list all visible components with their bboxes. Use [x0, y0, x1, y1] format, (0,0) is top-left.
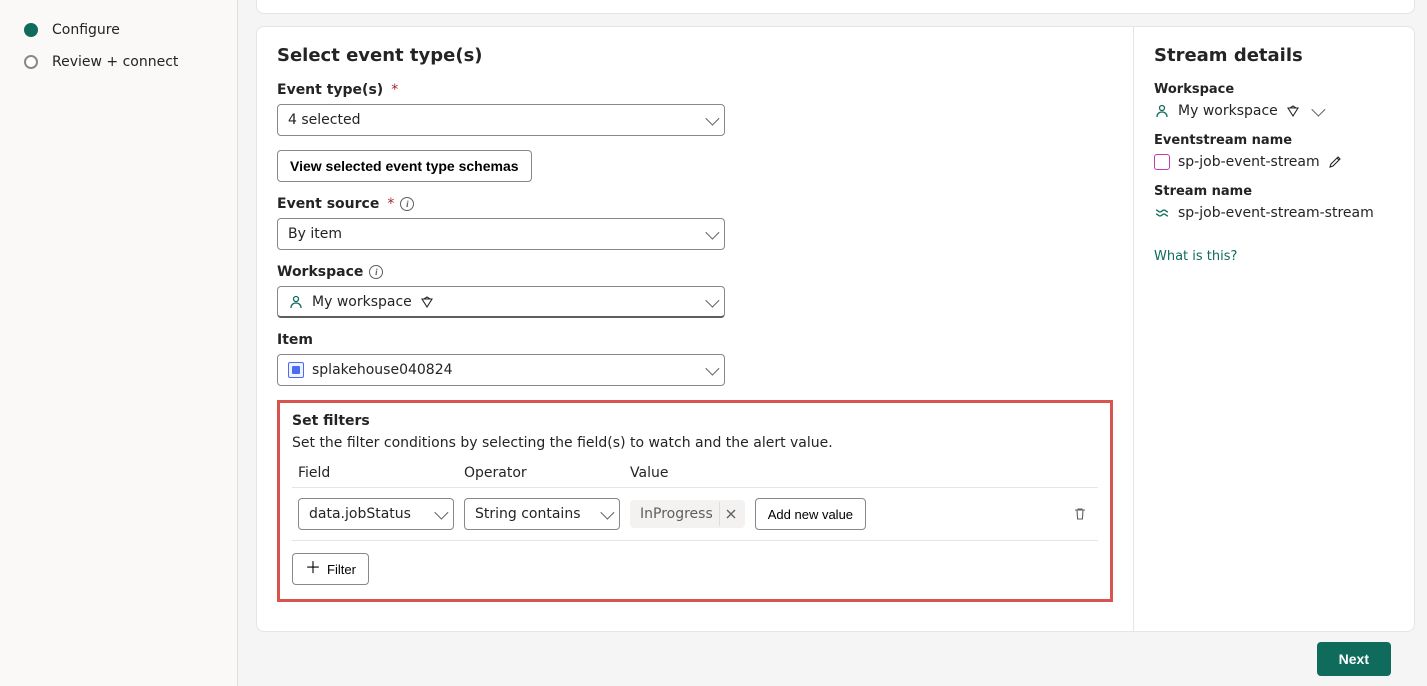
- filter-col-value-header: Value: [630, 465, 1098, 481]
- filter-field-dropdown[interactable]: data.jobStatus: [298, 498, 454, 530]
- filter-operator-value: String contains: [475, 506, 581, 522]
- delete-filter-button[interactable]: [1068, 502, 1092, 526]
- details-workspace-label: Workspace: [1154, 82, 1394, 97]
- remove-value-button[interactable]: [719, 502, 743, 526]
- chevron-down-icon: [705, 362, 719, 376]
- set-filters-title: Set filters: [292, 413, 1098, 429]
- previous-panel-edge: [256, 0, 1415, 14]
- item-label: Item: [277, 332, 1113, 348]
- details-eventstream-row: sp-job-event-stream: [1154, 154, 1394, 170]
- event-source-value: By item: [288, 226, 342, 242]
- section-title: Select event type(s): [277, 45, 1113, 66]
- details-eventstream-label: Eventstream name: [1154, 133, 1394, 148]
- chevron-down-icon: [600, 506, 614, 520]
- step-dot-icon: [24, 55, 38, 69]
- workspace-value: My workspace: [312, 294, 412, 310]
- what-is-this-link[interactable]: What is this?: [1154, 249, 1237, 264]
- workspace-dropdown[interactable]: My workspace: [277, 286, 725, 318]
- item-dropdown[interactable]: splakehouse040824: [277, 354, 725, 386]
- lakehouse-icon: [288, 362, 304, 378]
- item-value: splakehouse040824: [312, 362, 453, 378]
- diamond-icon: [1286, 104, 1300, 118]
- info-icon[interactable]: i: [369, 265, 383, 279]
- chevron-down-icon: [705, 226, 719, 240]
- stream-icon: [1154, 205, 1170, 221]
- person-icon: [1154, 103, 1170, 119]
- info-icon[interactable]: i: [400, 197, 414, 211]
- set-filters-description: Set the filter conditions by selecting t…: [292, 435, 1098, 451]
- eventstream-icon: [1154, 154, 1170, 170]
- view-schemas-button[interactable]: View selected event type schemas: [277, 150, 532, 182]
- person-icon: [288, 294, 304, 310]
- add-new-value-button[interactable]: Add new value: [755, 498, 866, 530]
- event-types-dropdown[interactable]: 4 selected: [277, 104, 725, 136]
- details-eventstream-value: sp-job-event-stream: [1178, 154, 1320, 170]
- edit-icon[interactable]: [1328, 155, 1342, 169]
- filter-operator-dropdown[interactable]: String contains: [464, 498, 620, 530]
- chevron-down-icon: [705, 293, 719, 307]
- step-review-connect[interactable]: Review + connect: [24, 46, 227, 78]
- event-types-value: 4 selected: [288, 112, 360, 128]
- stream-details-title: Stream details: [1154, 45, 1394, 66]
- chevron-down-icon: [705, 112, 719, 126]
- step-configure[interactable]: Configure: [24, 14, 227, 46]
- details-workspace-value: My workspace: [1178, 103, 1278, 119]
- workspace-label: Workspace i: [277, 264, 1113, 280]
- diamond-icon: [420, 295, 434, 309]
- details-streamname-label: Stream name: [1154, 184, 1394, 199]
- wizard-steps-sidebar: Configure Review + connect: [0, 0, 238, 686]
- filter-value-chip: InProgress: [630, 500, 745, 528]
- step-dot-active-icon: [24, 23, 38, 37]
- filter-field-value: data.jobStatus: [309, 506, 411, 522]
- chevron-down-icon: [1311, 103, 1325, 117]
- next-button[interactable]: Next: [1317, 642, 1391, 676]
- step-label: Review + connect: [52, 54, 178, 70]
- event-source-label: Event source* i: [277, 196, 1113, 212]
- set-filters-section: Set filters Set the filter conditions by…: [277, 400, 1113, 602]
- event-types-label: Event type(s)*: [277, 82, 1113, 98]
- filter-value-text: InProgress: [640, 506, 713, 522]
- step-label: Configure: [52, 22, 120, 38]
- event-source-dropdown[interactable]: By item: [277, 218, 725, 250]
- details-streamname-row: sp-job-event-stream-stream: [1154, 205, 1394, 221]
- filter-col-operator-header: Operator: [464, 465, 630, 481]
- details-workspace-row[interactable]: My workspace: [1154, 103, 1394, 119]
- add-filter-button[interactable]: ＋ Filter: [292, 553, 369, 585]
- filter-col-field-header: Field: [298, 465, 464, 481]
- filter-row: data.jobStatus String contains InProgres…: [292, 487, 1098, 541]
- chevron-down-icon: [434, 506, 448, 520]
- plus-icon: ＋: [305, 561, 321, 577]
- details-streamname-value: sp-job-event-stream-stream: [1178, 205, 1374, 221]
